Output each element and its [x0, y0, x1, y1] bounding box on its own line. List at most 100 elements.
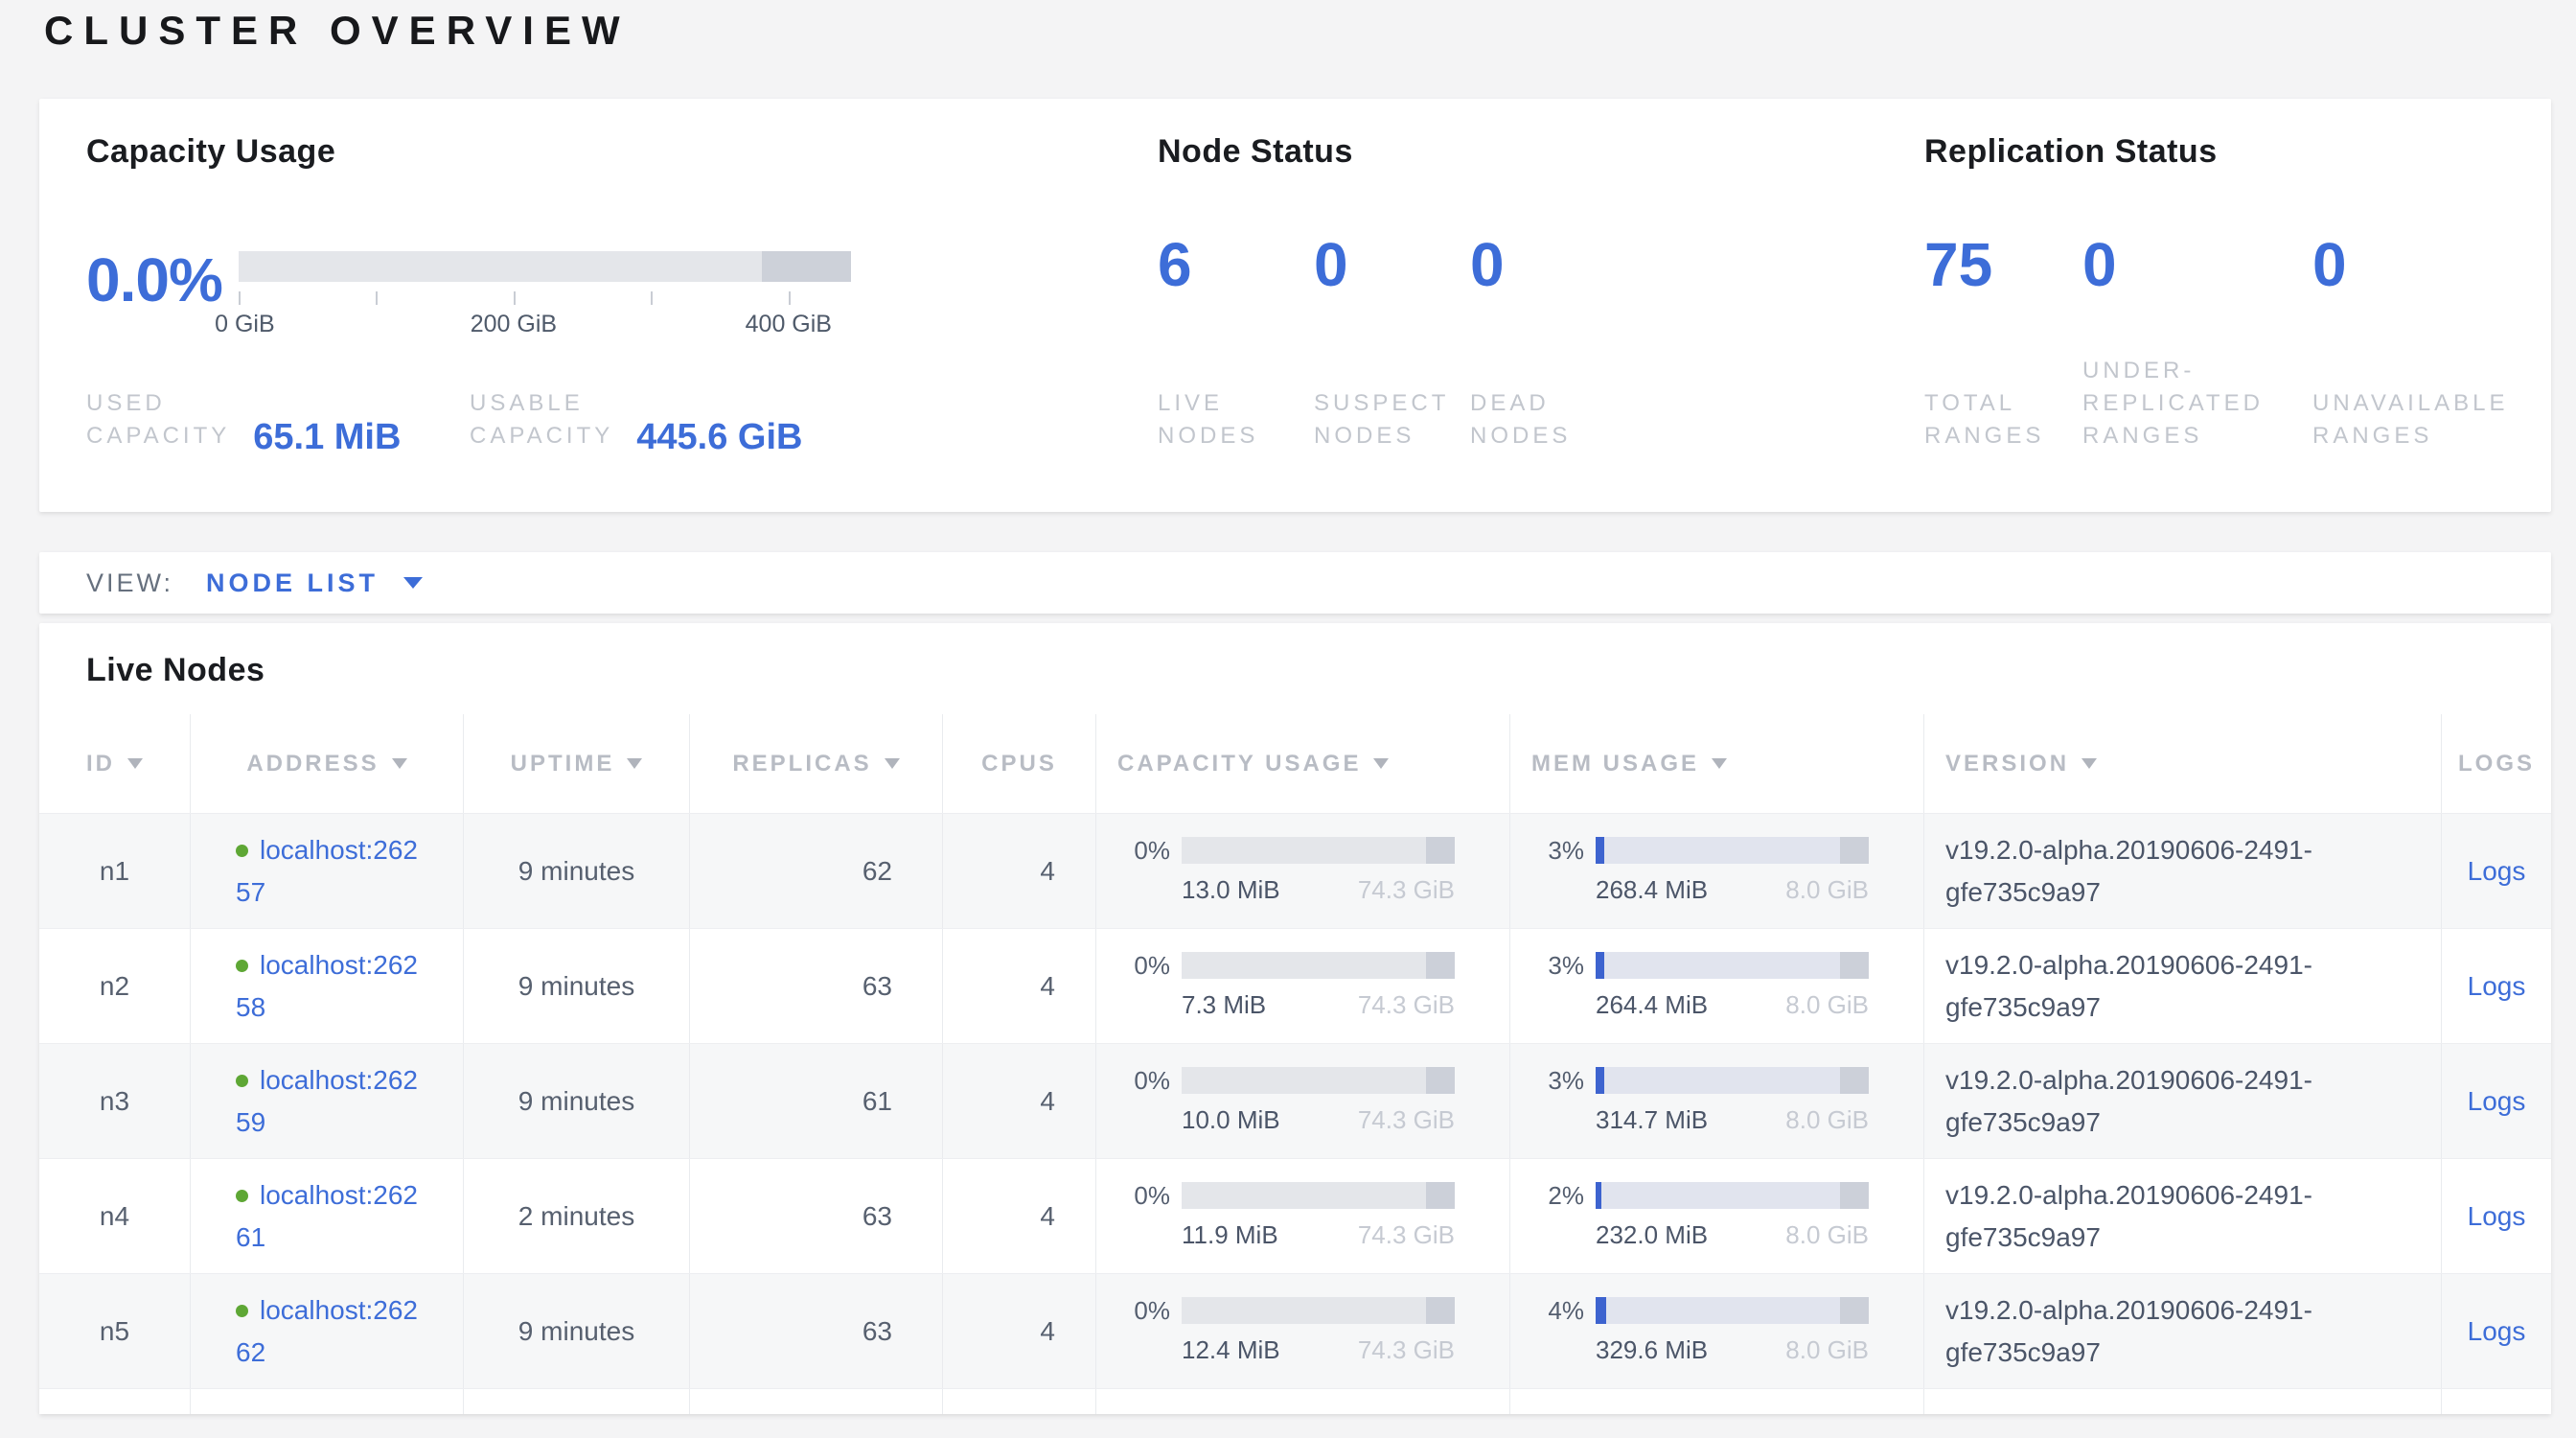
view-selector-bar: VIEW: NODE LIST [39, 552, 2551, 614]
table-row: n1 localhost:26257 9 minutes 62 4 0% 13.… [39, 813, 2551, 928]
replicas-cell: 63 [689, 929, 942, 1043]
logs-link[interactable]: Logs [2468, 856, 2526, 887]
node-id-cell: n2 [39, 929, 190, 1043]
memory-mini-bar [1596, 1182, 1869, 1209]
capacity-usage-cell: 0% 10.0 MiB74.3 GiB [1095, 1044, 1509, 1158]
address-link[interactable]: localhost:262 [260, 1295, 418, 1325]
capacity-usage-section: Capacity Usage 0.0% 0 GiB 200 GiB [86, 133, 1131, 452]
mem-usage-cell: 3% 314.7 MiB8.0 GiB [1509, 1044, 1923, 1158]
cpus-cell: 4 [942, 1159, 1095, 1273]
capacity-mini-bar [1182, 837, 1455, 864]
logs-link[interactable]: Logs [2468, 971, 2526, 1002]
sort-desc-icon [627, 758, 642, 769]
cpus-cell: 4 [942, 1274, 1095, 1388]
unavailable-ranges-stat: 0 UNAVAILABLE RANGES [2312, 215, 2509, 452]
sort-desc-icon [1373, 758, 1389, 769]
total-ranges-count: 75 [1924, 230, 2082, 299]
logs-link[interactable]: Logs [2468, 1316, 2526, 1347]
address-link[interactable]: 62 [236, 1337, 265, 1367]
header-capacity-usage[interactable]: CAPACITY USAGE [1095, 714, 1509, 813]
capacity-usage-title: Capacity Usage [86, 133, 1131, 171]
uptime-cell: 9 minutes [463, 1274, 689, 1388]
node-address-cell: localhost:262 62 [190, 1274, 463, 1388]
header-version[interactable]: VERSION [1923, 714, 2441, 813]
header-mem-usage[interactable]: MEM USAGE [1509, 714, 1923, 813]
dead-nodes-stat: 0 DEAD NODES [1470, 215, 1626, 452]
replicas-cell: 63 [689, 1274, 942, 1388]
sort-desc-icon [2082, 758, 2097, 769]
node-id-cell: n3 [39, 1044, 190, 1158]
used-capacity-stat: USED CAPACITY 65.1 MiB [86, 387, 470, 452]
node-id-cell: n4 [39, 1159, 190, 1273]
version-cell: v19.2.0-alpha.20190606-2491-gfe735c9a97 [1923, 1159, 2441, 1273]
table-header-row: ID ADDRESS UPTIME REPLICAS CPUS CAPACITY… [39, 714, 2551, 813]
cpus-cell: 4 [942, 814, 1095, 928]
table-row: n5 localhost:26262 9 minutes 63 4 0% 12.… [39, 1273, 2551, 1388]
uptime-cell: 9 minutes [463, 814, 689, 928]
table-row: n2 localhost:26258 9 minutes 63 4 0% 7.3… [39, 928, 2551, 1043]
axis-tick [239, 291, 241, 305]
suspect-nodes-label: SUSPECT NODES [1314, 355, 1470, 452]
mem-usage-cell: 4% 329.6 MiB8.0 GiB [1509, 1274, 1923, 1388]
capacity-usage-bar [239, 251, 851, 282]
node-status-section: Node Status 6 LIVE NODES 0 SUSPECT NODES [1158, 133, 1905, 452]
node-status-title: Node Status [1158, 133, 1905, 171]
header-address[interactable]: ADDRESS [190, 714, 463, 813]
uptime-cell: 9 minutes [463, 929, 689, 1043]
version-cell: v19.2.0-alpha.20190606-2491-gfe735c9a97 [1923, 1044, 2441, 1158]
replicas-cell: 63 [689, 1159, 942, 1273]
view-dropdown[interactable]: NODE LIST [206, 568, 423, 598]
table-row: n4 localhost:26261 2 minutes 63 4 0% 11.… [39, 1158, 2551, 1273]
node-address-cell: localhost:262 61 [190, 1159, 463, 1273]
live-status-icon [236, 960, 248, 972]
axis-label: 0 GiB [215, 311, 275, 338]
capacity-mini-bar [1182, 1297, 1455, 1324]
capacity-axis: 0 GiB 200 GiB 400 GiB [239, 282, 851, 345]
capacity-mini-bar [1182, 952, 1455, 979]
header-uptime[interactable]: UPTIME [463, 714, 689, 813]
address-link[interactable]: localhost:262 [260, 1180, 418, 1210]
node-id-cell: n5 [39, 1274, 190, 1388]
live-status-icon [236, 1075, 248, 1087]
table-row: n3 localhost:26259 9 minutes 61 4 0% 10.… [39, 1043, 2551, 1158]
cluster-overview-page: CLUSTER OVERVIEW Capacity Usage 0.0% [0, 0, 2576, 1438]
header-id[interactable]: ID [39, 714, 190, 813]
replicas-cell: 61 [689, 1044, 942, 1158]
axis-tick [651, 291, 653, 305]
node-id-cell: n1 [39, 814, 190, 928]
mem-usage-cell: 3% 264.4 MiB8.0 GiB [1509, 929, 1923, 1043]
capacity-reserved-segment [762, 251, 851, 282]
address-link[interactable]: localhost:262 [260, 950, 418, 980]
address-link[interactable]: localhost:262 [260, 1065, 418, 1095]
logs-cell: Logs [2441, 814, 2551, 928]
sort-desc-icon [1712, 758, 1727, 769]
unavailable-label: UNAVAILABLE RANGES [2312, 355, 2509, 452]
table-row-partial [39, 1388, 2551, 1414]
logs-cell: Logs [2441, 1044, 2551, 1158]
capacity-usage-cell: 0% 13.0 MiB74.3 GiB [1095, 814, 1509, 928]
live-status-icon [236, 1190, 248, 1202]
capacity-mini-bar [1182, 1067, 1455, 1094]
live-nodes-stat: 6 LIVE NODES [1158, 215, 1314, 452]
axis-tick [514, 291, 516, 305]
logs-link[interactable]: Logs [2468, 1086, 2526, 1117]
version-cell: v19.2.0-alpha.20190606-2491-gfe735c9a97 [1923, 929, 2441, 1043]
dead-nodes-label: DEAD NODES [1470, 355, 1626, 452]
header-replicas[interactable]: REPLICAS [689, 714, 942, 813]
used-capacity-label: USED CAPACITY [86, 387, 230, 452]
mem-usage-cell: 2% 232.0 MiB8.0 GiB [1509, 1159, 1923, 1273]
logs-link[interactable]: Logs [2468, 1201, 2526, 1232]
view-label: VIEW: [86, 568, 173, 598]
address-link[interactable]: 58 [236, 992, 265, 1022]
axis-label: 400 GiB [746, 311, 832, 338]
under-replicated-count: 0 [2082, 230, 2312, 299]
capacity-usage-cell: 0% 11.9 MiB74.3 GiB [1095, 1159, 1509, 1273]
header-logs: LOGS [2441, 714, 2551, 813]
address-link[interactable]: 59 [236, 1107, 265, 1137]
address-link[interactable]: localhost:262 [260, 835, 418, 865]
address-link[interactable]: 61 [236, 1222, 265, 1252]
page-title: CLUSTER OVERVIEW [44, 8, 631, 54]
version-cell: v19.2.0-alpha.20190606-2491-gfe735c9a97 [1923, 814, 2441, 928]
address-link[interactable]: 57 [236, 877, 265, 907]
cpus-cell: 4 [942, 1044, 1095, 1158]
